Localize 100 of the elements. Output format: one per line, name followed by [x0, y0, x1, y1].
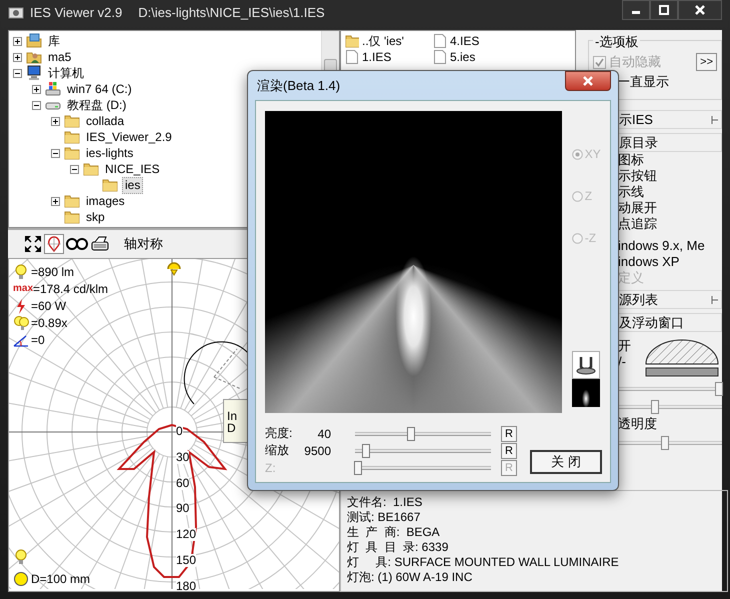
slider-value: 9500 [303, 444, 331, 458]
tree-item[interactable]: images [84, 194, 127, 208]
expand-toggle[interactable] [51, 116, 60, 126]
folder-icon [64, 145, 80, 161]
window-title: IES Viewer v2.9 [30, 4, 122, 22]
file-item[interactable]: 5.ies [433, 49, 521, 65]
collapse-toggle[interactable] [13, 68, 22, 78]
section-title: 源列表 [619, 290, 659, 308]
collapse-toggle[interactable] [70, 164, 79, 174]
bulbs-icon [13, 314, 29, 330]
tree-item[interactable]: 计算机 [46, 66, 86, 80]
fit-view-icon[interactable] [24, 235, 42, 253]
slider-thumb[interactable] [362, 444, 370, 458]
tree-item[interactable]: 库 [46, 34, 62, 48]
section-header[interactable]: 示IES [618, 110, 722, 129]
expand-toggle[interactable] [13, 36, 22, 46]
option-label[interactable]: 动展开 [618, 200, 722, 216]
folder-icon [64, 113, 80, 129]
angle-label: 30 [176, 450, 190, 464]
tree-item[interactable]: ma5 [46, 50, 74, 64]
binoculars-icon[interactable] [66, 235, 88, 253]
diameter-label: D=100 mm [31, 572, 90, 586]
group-title: -选项板 [593, 33, 640, 51]
angle-label: 90 [176, 502, 190, 516]
tooltip-text: In [227, 410, 238, 422]
file-item[interactable]: 1.IES [345, 49, 433, 65]
tree-item[interactable]: IES_Viewer_2.9 [84, 130, 174, 144]
expand-toggle[interactable] [32, 84, 41, 94]
close-button[interactable]: 关 闭 [530, 450, 602, 474]
section-title: 示IES [619, 110, 654, 128]
section-header[interactable]: 及浮动窗口 [618, 313, 722, 332]
drive-icon [45, 81, 61, 97]
folder-icon [64, 129, 80, 145]
angle-label: 60 [176, 476, 190, 490]
collapse-toggle[interactable] [32, 100, 41, 110]
tree-item[interactable]: win7 64 (C:) [65, 82, 134, 96]
render-thumbnail[interactable] [572, 379, 600, 407]
expand-toggle[interactable] [51, 196, 60, 206]
info-line: 灯 具 目 录: 6339 [347, 540, 450, 555]
info-line: 灯 具: SURFACE MOUNTED WALL LUMINAIRE [347, 555, 620, 570]
file-item[interactable]: 4.IES [433, 33, 521, 49]
maximize-icon[interactable] [658, 5, 670, 15]
collapse-toggle[interactable] [51, 148, 60, 158]
pin-icon[interactable] [711, 294, 719, 304]
tree-item[interactable]: ies-lights [84, 146, 136, 160]
minimize-button[interactable] [622, 0, 650, 20]
option-label: 开 [618, 338, 632, 354]
close-icon[interactable] [694, 5, 706, 15]
reset-button[interactable]: R [501, 426, 517, 442]
maximize-button[interactable] [650, 0, 678, 20]
file-icon [433, 49, 447, 65]
folder-icon [64, 193, 80, 209]
slider-thumb[interactable] [714, 382, 723, 396]
option-label[interactable]: 示线 [618, 184, 722, 200]
reset-button[interactable]: R [501, 442, 517, 458]
legend-value: =0 [31, 332, 45, 346]
bulb-icon [13, 549, 29, 567]
slider-thumb[interactable] [651, 400, 660, 414]
axis-symmetry-label[interactable]: 轴对称 [124, 235, 163, 253]
library-icon [26, 33, 42, 49]
pin-icon[interactable] [711, 114, 719, 124]
tree-item[interactable]: NICE_IES [103, 162, 162, 176]
disc-icon [13, 570, 29, 586]
legend-value: =0.89x [31, 316, 68, 330]
folder-icon [102, 177, 118, 193]
tooltip-text: D [227, 422, 237, 434]
slider-label: 亮度: [265, 425, 294, 442]
folder-icon [64, 209, 80, 225]
slider-thumb[interactable] [660, 436, 669, 450]
cone-angle-drawing [184, 341, 250, 404]
tree-item[interactable]: 教程盘 (D:) [65, 98, 128, 112]
tree-item[interactable]: ies [122, 176, 144, 194]
section-header[interactable]: 源列表 [618, 290, 722, 309]
file-path: D:\ies-lights\NICE_IES\ies\1.IES [138, 4, 325, 22]
expand-button[interactable]: >> [696, 53, 717, 71]
option-label[interactable]: 透明度 [618, 416, 722, 432]
slider-thumb[interactable] [406, 426, 415, 440]
angle-label: 0 [176, 425, 183, 438]
expand-toggle[interactable] [13, 52, 22, 62]
rotate-icon[interactable] [165, 261, 183, 277]
option-label[interactable]: indows XP [618, 254, 722, 270]
slider-value: 40 [316, 426, 331, 440]
angle-label: 120 [176, 528, 196, 542]
option-label[interactable]: 图标 [618, 152, 722, 168]
angle-label: 150 [176, 554, 196, 567]
app-icon [8, 6, 24, 20]
info-line: 测试: BE1667 [347, 510, 422, 525]
option-label[interactable]: 示按钮 [618, 168, 722, 184]
file-icon [345, 49, 359, 65]
option-label[interactable]: indows 9.x, Me [618, 238, 722, 254]
tree-item[interactable]: skp [84, 210, 107, 224]
file-item[interactable]: ..仅 'ies' [345, 33, 433, 49]
close-button[interactable] [565, 71, 611, 91]
option-label[interactable]: 点追踪 [618, 216, 722, 232]
tree-item[interactable]: collada [84, 114, 126, 128]
polar-view-icon[interactable] [44, 234, 64, 254]
close-button[interactable] [678, 0, 722, 20]
printer-icon[interactable] [90, 235, 110, 253]
section-header[interactable]: 原目录 [618, 133, 722, 152]
legend-value: =60 W [31, 298, 66, 312]
